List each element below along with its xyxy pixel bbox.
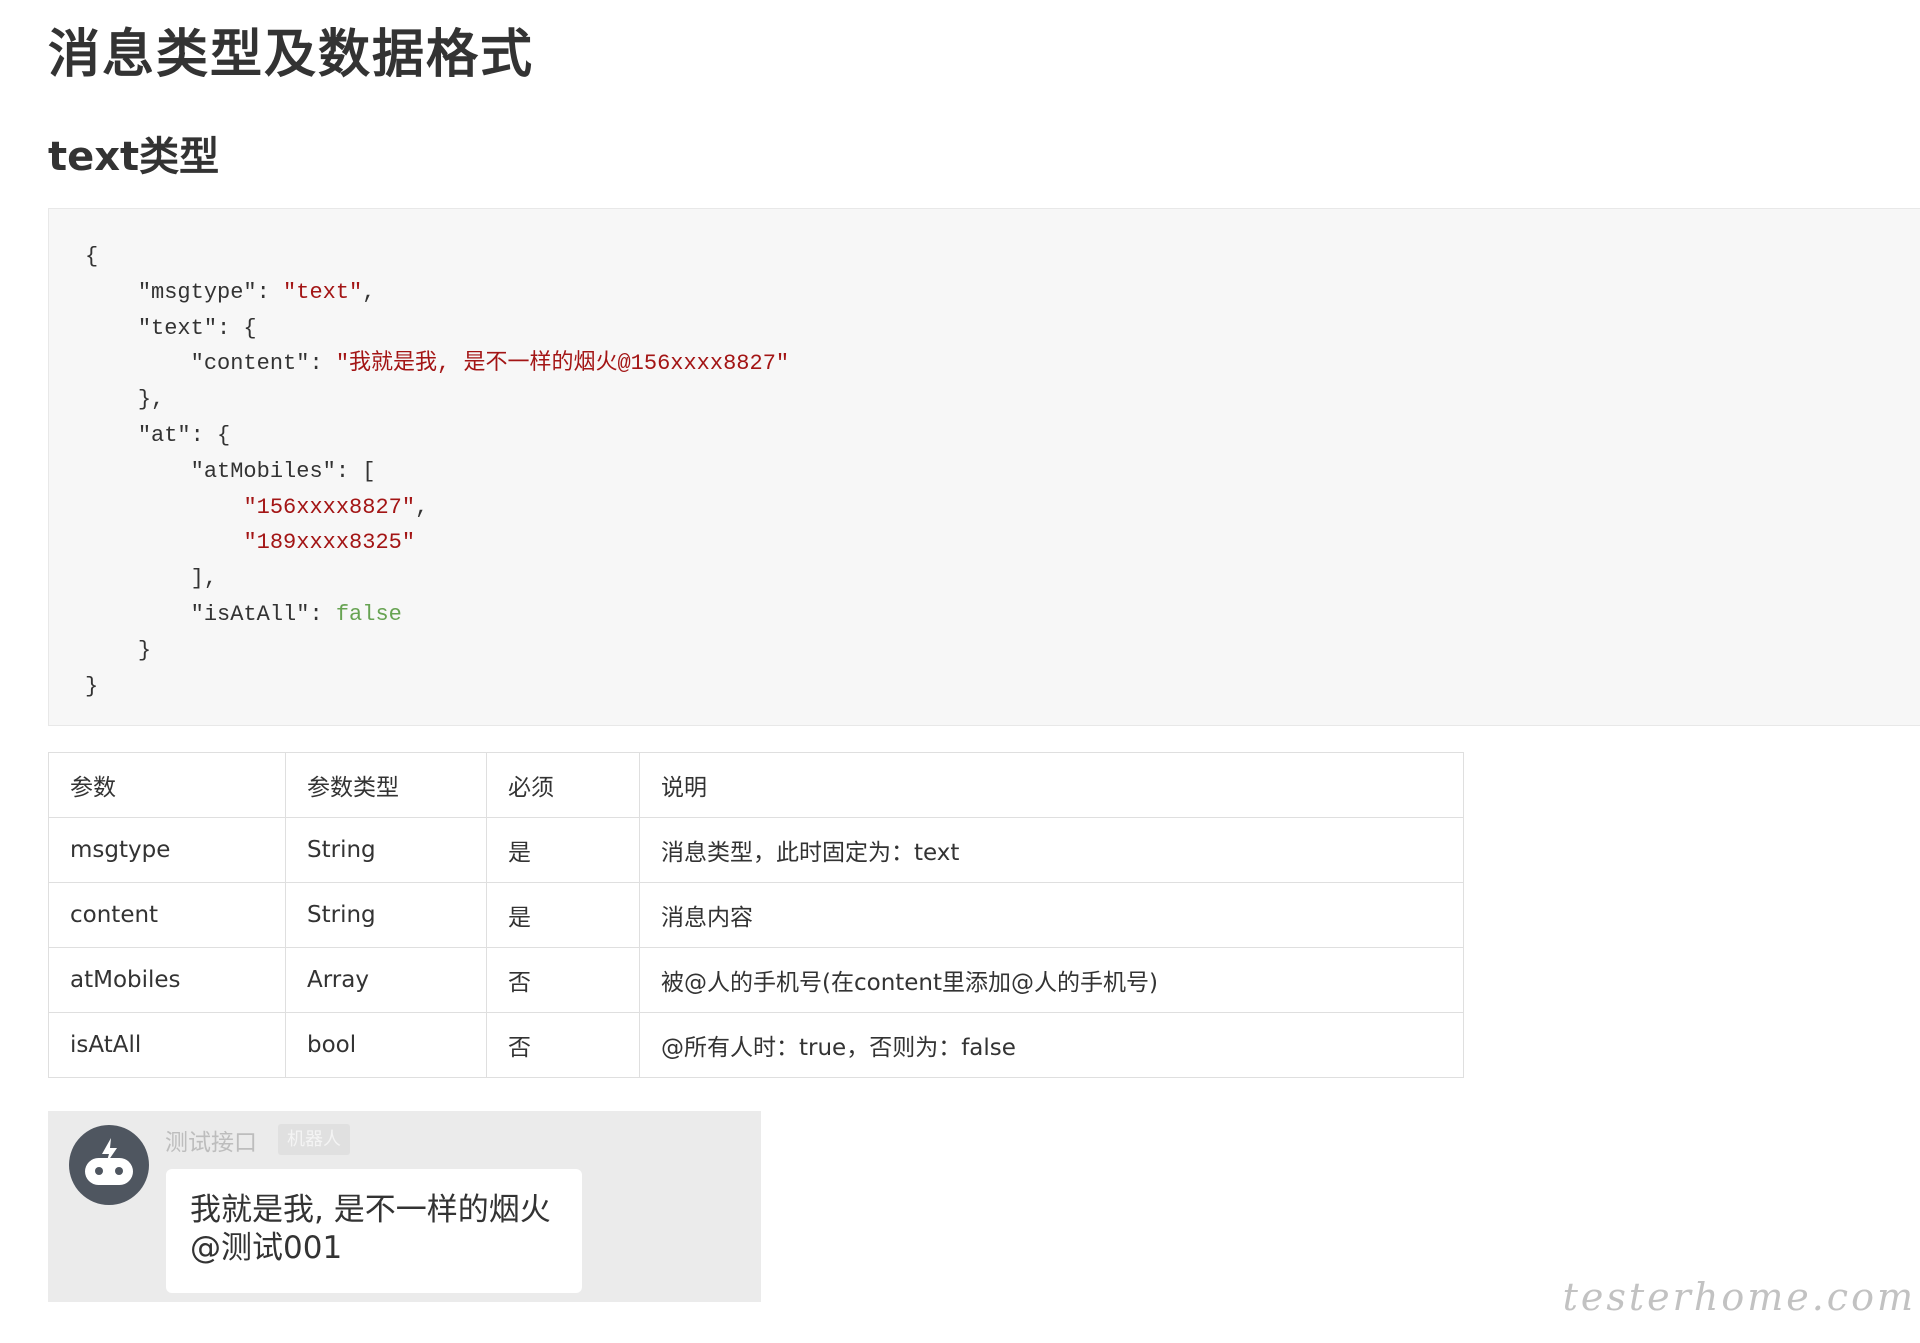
page-title: 消息类型及数据格式 <box>48 25 535 85</box>
cell-description: 被@人的手机号(在content里添加@人的手机号) <box>639 947 1464 1013</box>
cell-required: 否 <box>486 1012 640 1078</box>
cell-param: msgtype <box>48 817 286 883</box>
params-table: 参数 参数类型 必须 说明 msgtype String 是 消息类型，此时固定… <box>48 752 1464 1078</box>
robot-avatar <box>69 1125 149 1205</box>
watermark: testerhome.com <box>1562 1275 1916 1319</box>
cell-description: 消息内容 <box>639 882 1464 948</box>
cell-type: String <box>285 882 487 948</box>
header-required: 必须 <box>486 752 640 818</box>
json-code: { "msgtype": "text", "text": { "content"… <box>85 244 790 699</box>
table-row: isAtAll bool 否 @所有人时：true，否则为：false <box>48 1012 1464 1078</box>
message-text-line1: 我就是我, 是不一样的烟火 <box>190 1192 551 1228</box>
cell-param: content <box>48 882 286 948</box>
cell-param: isAtAll <box>48 1012 286 1078</box>
cell-param: atMobiles <box>48 947 286 1013</box>
cell-required: 是 <box>486 882 640 948</box>
cell-type: Array <box>285 947 487 1013</box>
cell-type: bool <box>285 1012 487 1078</box>
cell-type: String <box>285 817 487 883</box>
section-title: text类型 <box>48 134 220 180</box>
robot-icon <box>85 1138 133 1185</box>
table-row: atMobiles Array 否 被@人的手机号(在content里添加@人的… <box>48 947 1464 1013</box>
cell-description: @所有人时：true，否则为：false <box>639 1012 1464 1078</box>
cell-required: 是 <box>486 817 640 883</box>
table-row: msgtype String 是 消息类型，此时固定为：text <box>48 817 1464 883</box>
header-type: 参数类型 <box>285 752 487 818</box>
message-bubble: 我就是我, 是不一样的烟火 @测试001 <box>166 1169 582 1293</box>
table-header-row: 参数 参数类型 必须 说明 <box>48 752 1464 818</box>
table-row: content String 是 消息内容 <box>48 882 1464 948</box>
header-description: 说明 <box>639 752 1464 818</box>
robot-tag-badge: 机器人 <box>278 1124 350 1155</box>
header-param: 参数 <box>48 752 286 818</box>
chat-preview-screenshot: 测试接口 机器人 我就是我, 是不一样的烟火 @测试001 <box>48 1111 761 1302</box>
json-code-block: { "msgtype": "text", "text": { "content"… <box>48 208 1920 726</box>
cell-description: 消息类型，此时固定为：text <box>639 817 1464 883</box>
sender-name: 测试接口 <box>165 1130 257 1156</box>
message-text-line2: @测试001 <box>190 1230 343 1266</box>
cell-required: 否 <box>486 947 640 1013</box>
